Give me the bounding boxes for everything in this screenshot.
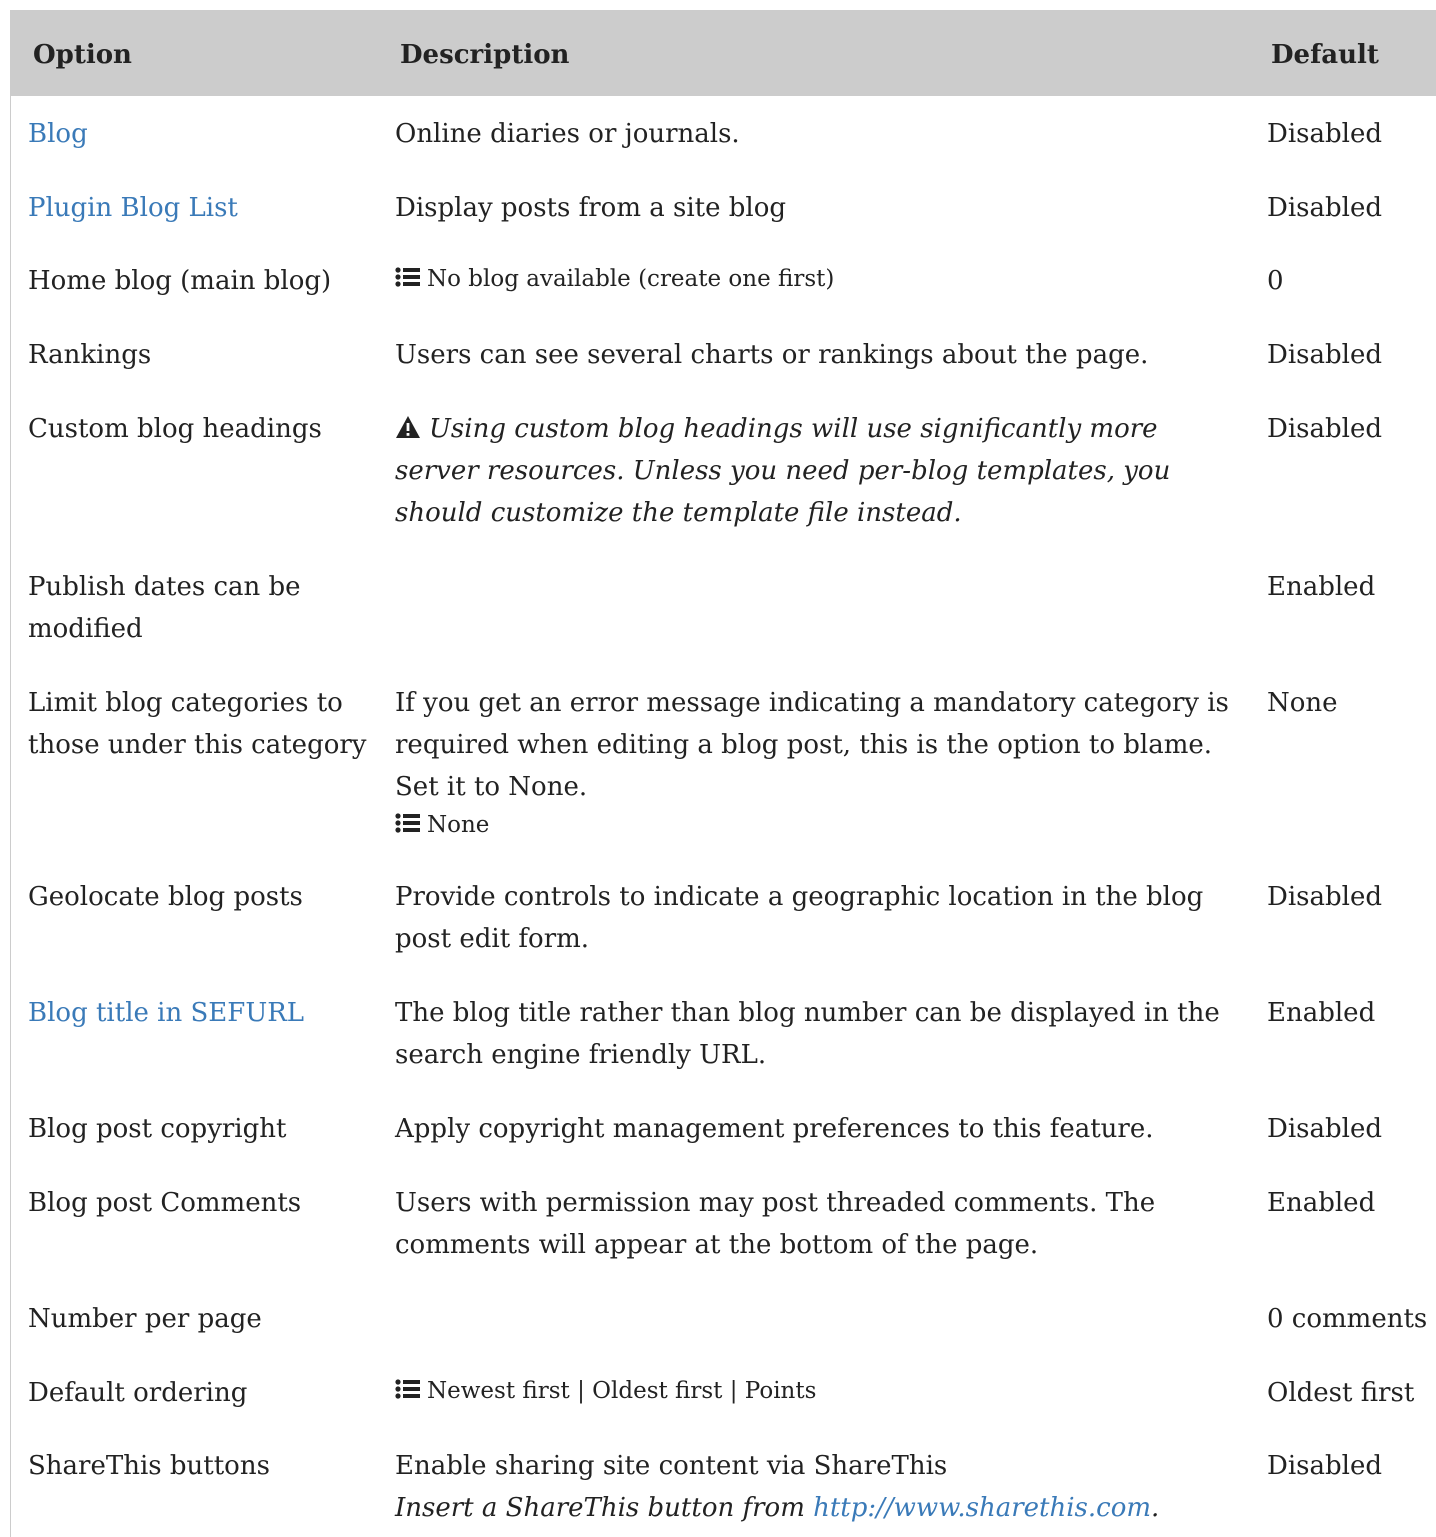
list-icon [395,1379,420,1399]
warning-icon [396,416,420,438]
default-cell: Disabled [1267,1451,1382,1481]
sharethis-note: Insert a ShareThis button from http://ww… [395,1487,1245,1529]
description-cell: If you get an error message indicating a… [395,682,1245,840]
sharethis-note-prefix: Insert a ShareThis button from [395,1493,814,1523]
option-cell: Blog [28,113,373,155]
table-header: Option Description Default [11,10,1436,96]
category-select[interactable]: None [395,810,1245,840]
description-cell: Newest first | Oldest first | Points [395,1376,1245,1406]
description-cell: Provide controls to indicate a geographi… [395,882,1204,954]
category-select-value: None [427,812,490,838]
option-cell: Number per page [28,1304,262,1334]
description-cell: Users with permission may post threaded … [395,1188,1156,1260]
description-cell: Apply copyright management preferences t… [395,1114,1154,1144]
option-cell: ShareThis buttons [28,1451,270,1481]
description-text: If you get an error message indicating a… [395,688,1229,802]
default-cell: Enabled [1267,998,1376,1028]
default-cell: Disabled [1267,193,1382,223]
description-text: Enable sharing site content via ShareThi… [395,1451,948,1481]
description-cell: No blog available (create one first) [395,264,1245,294]
column-header-option: Option [33,40,132,70]
list-icon [395,813,420,833]
preferences-table: Option Description Default Blog Online d… [10,10,1436,1537]
default-cell: 0 comments [1267,1304,1428,1334]
sharethis-link[interactable]: http://www.sharethis.com [813,1493,1151,1523]
default-cell: Enabled [1267,1188,1376,1218]
ordering-select-value[interactable]: Newest first | Oldest first | Points [427,1378,816,1404]
description-cell: Enable sharing site content via ShareThi… [395,1445,1245,1529]
default-cell: None [1267,688,1338,718]
option-cell: Home blog (main blog) [28,266,332,296]
option-cell: Rankings [28,340,152,370]
default-cell: Enabled [1267,572,1376,602]
default-cell: Disabled [1267,340,1382,370]
option-link-blog[interactable]: Blog [28,119,88,149]
option-link-blog-title-sefurl[interactable]: Blog title in SEFURL [28,998,304,1028]
description-cell: Using custom blog headings will use sign… [395,408,1245,534]
warning-text: Using custom blog headings will use sign… [395,414,1171,528]
default-cell: Oldest first [1267,1378,1415,1408]
description-cell: Display posts from a site blog [395,193,787,223]
column-header-default: Default [1271,40,1379,70]
description-cell: Users can see several charts or rankings… [395,340,1149,370]
option-cell: Plugin Blog List [28,187,373,229]
option-cell: Blog post Comments [28,1188,302,1218]
list-icon [395,267,420,287]
option-cell: Custom blog headings [28,414,322,444]
description-cell: Online diaries or journals. [395,119,740,149]
option-cell: Limit blog categories to those under thi… [28,688,367,760]
option-cell: Publish dates can be modified [28,572,301,644]
option-cell: Default ordering [28,1378,248,1408]
default-cell: 0 [1267,266,1284,296]
option-cell: Blog title in SEFURL [28,992,373,1034]
column-header-description: Description [400,40,570,70]
default-cell: Disabled [1267,882,1382,912]
option-cell: Geolocate blog posts [28,882,303,912]
option-cell: Blog post copyright [28,1114,287,1144]
default-cell: Disabled [1267,1114,1382,1144]
default-cell: Disabled [1267,119,1382,149]
blog-select-value[interactable]: No blog available (create one first) [427,266,834,292]
option-link-plugin-blog-list[interactable]: Plugin Blog List [28,193,238,223]
description-cell: The blog title rather than blog number c… [395,998,1220,1070]
sharethis-note-suffix: . [1151,1493,1160,1523]
default-cell: Disabled [1267,414,1382,444]
